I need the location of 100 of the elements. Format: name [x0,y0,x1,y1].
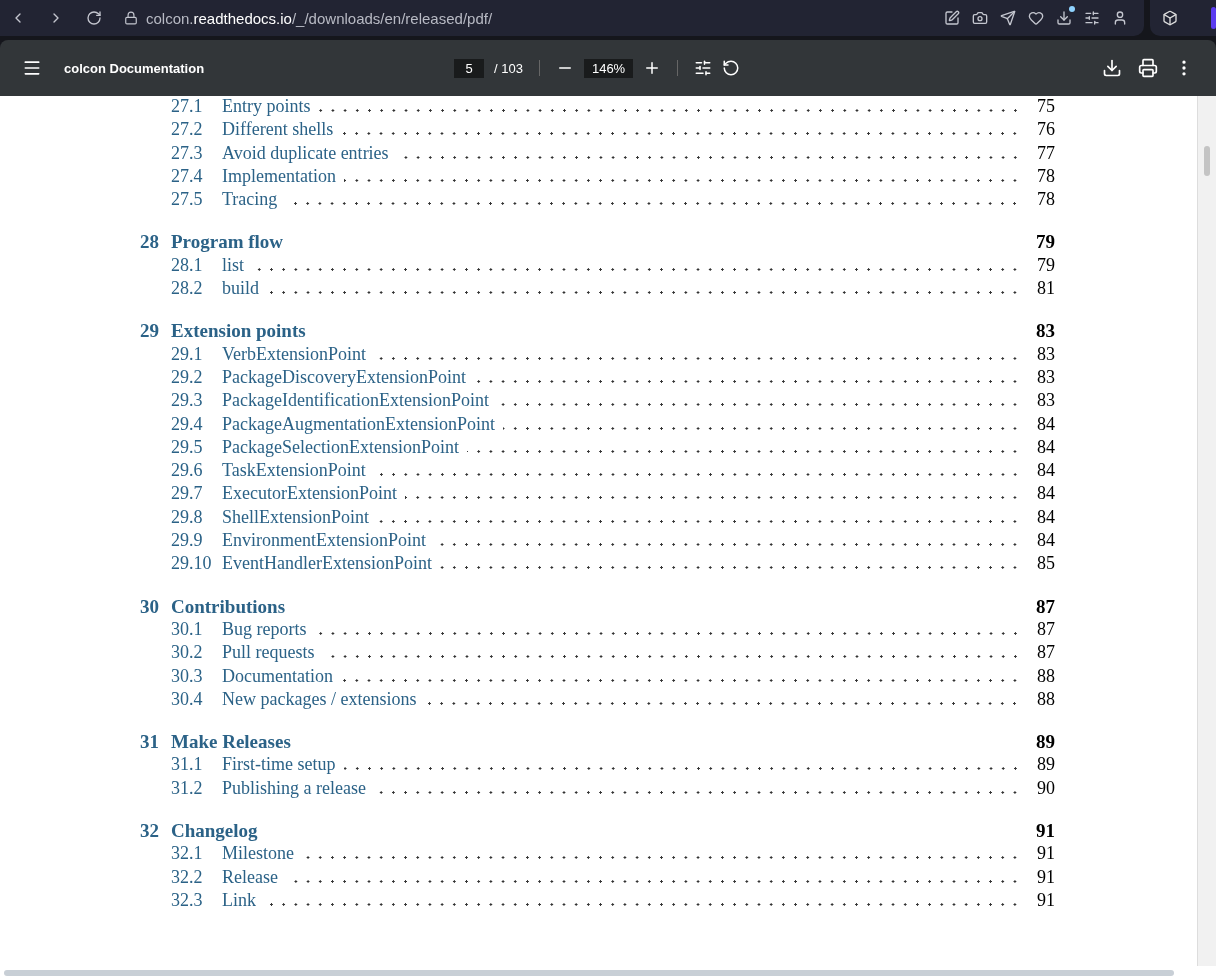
page-number: 84 [1036,483,1055,505]
page-number: 87 [1036,642,1055,664]
page-number: 75 [1036,96,1055,117]
cube-icon[interactable] [1162,10,1178,26]
chapter-number: 28 [140,231,160,254]
page-number: 79 [1035,231,1055,254]
page-number: 78 [1036,189,1055,211]
section-number: 27.5 [171,189,204,211]
chapter-link[interactable]: Make Releases [171,731,291,754]
page-number: 79 [1036,254,1055,276]
page-number: 91 [1036,889,1055,911]
page-number: 83 [1035,320,1055,343]
edit-icon[interactable] [944,10,960,26]
section-number: 32.1 [171,843,204,865]
section-link[interactable]: Avoid duplicate entries [222,142,389,164]
page-number: 84 [1036,413,1055,435]
page-number: 77 [1036,142,1055,164]
page-number: 89 [1035,731,1055,754]
chapter-link[interactable]: Extension points [171,320,306,343]
page-number: 91 [1036,843,1055,865]
chapter-link[interactable]: Program flow [171,231,284,254]
zoom-input[interactable]: 146% [583,58,634,78]
heart-icon[interactable] [1028,10,1044,26]
section-number: 28.2 [171,278,204,300]
page-number: 91 [1036,866,1055,888]
section-link[interactable]: PackageSelectionExtensionPoint [222,436,459,458]
lock-icon [124,11,138,25]
section-link[interactable]: TaskExtensionPoint [222,460,366,482]
horizontal-scrollbar[interactable] [4,970,1174,976]
section-number: 32.2 [171,866,204,888]
url-text: colcon. [146,9,194,27]
section-link[interactable]: Bug reports [222,618,307,640]
download-icon[interactable] [1056,10,1072,26]
section-link[interactable]: Tracing [222,189,278,211]
section-link[interactable]: build [222,278,259,300]
sliders-icon[interactable] [1084,10,1100,26]
page-count: / 103 [494,60,523,76]
section-number: 27.2 [171,119,204,141]
reload-icon[interactable] [86,10,102,26]
section-number: 27.4 [171,165,204,187]
section-number: 29.7 [171,483,204,505]
page-number: 87 [1036,618,1055,640]
section-link[interactable]: Implementation [222,165,336,187]
section-link[interactable]: EventHandlerExtensionPoint [222,553,432,575]
section-link[interactable]: New packages / extensions [222,688,417,710]
page-input[interactable]: 5 [454,58,484,78]
chapter-link[interactable]: Contributions [171,595,286,618]
section-link[interactable]: Documentation [222,665,333,687]
page-number: 90 [1036,777,1055,799]
section-link[interactable]: PackageIdentificationExtensionPoint [222,390,489,412]
section-number: 32.3 [171,889,204,911]
rotate-icon[interactable] [722,59,741,77]
section-link[interactable]: Release [222,866,278,888]
section-link[interactable]: list [222,254,244,276]
url-text: readthedocs.io [193,9,292,27]
section-number: 29.6 [171,460,204,482]
page-number: 91 [1035,820,1055,842]
section-link[interactable]: Different shells [222,119,334,141]
section-number: 31.2 [171,777,204,799]
section-link[interactable]: Entry points [222,96,311,117]
section-link[interactable]: Link [222,889,256,911]
page-number: 88 [1036,688,1055,710]
url-text: /_/downloads/en/released/pdf/ [291,9,493,27]
section-link[interactable]: Pull requests [222,642,315,664]
chapter-link[interactable]: Changelog [171,820,258,842]
section-number: 29.8 [171,506,204,528]
page-number: 85 [1036,553,1055,575]
section-link[interactable]: First-time setup [222,754,336,776]
section-link[interactable]: PackageDiscoveryExtensionPoint [222,366,466,388]
vertical-scrollbar[interactable] [1197,96,1216,966]
menu-icon[interactable] [22,58,42,78]
section-link[interactable]: Milestone [222,843,294,865]
profile-icon[interactable] [1112,10,1128,26]
section-link[interactable]: ShellExtensionPoint [222,506,369,528]
page-number: 81 [1036,278,1055,300]
send-icon[interactable] [1000,10,1016,26]
page-number: 84 [1036,506,1055,528]
section-link[interactable]: VerbExtensionPoint [222,343,366,365]
document-title: colcon Documentation [64,60,206,76]
section-number: 28.1 [171,254,204,276]
camera-icon[interactable] [972,10,988,26]
section-number: 29.9 [171,530,204,552]
section-number: 30.4 [171,688,204,710]
download-icon[interactable] [1102,58,1122,78]
section-number: 27.3 [171,142,204,164]
page-number: 89 [1036,754,1055,776]
section-number: 30.3 [171,665,204,687]
section-link[interactable]: EnvironmentExtensionPoint [222,530,426,552]
address-bar[interactable]: colcon.readthedocs.io/_/downloads/en/released/pdf/ [0,0,1144,36]
section-number: 29.3 [171,390,204,412]
section-link[interactable]: PackageAugmentationExtensionPoint [222,413,495,435]
section-number: 27.1 [171,96,204,117]
section-link[interactable]: ExecutorExtensionPoint [222,483,397,505]
page-number: 78 [1036,165,1055,187]
page-number: 84 [1036,460,1055,482]
section-link[interactable]: Publishing a release [222,777,366,799]
page-number: 87 [1035,595,1055,618]
section-number: 29.1 [171,343,204,365]
chapter-number: 32 [140,820,160,842]
print-icon[interactable] [1138,58,1158,78]
